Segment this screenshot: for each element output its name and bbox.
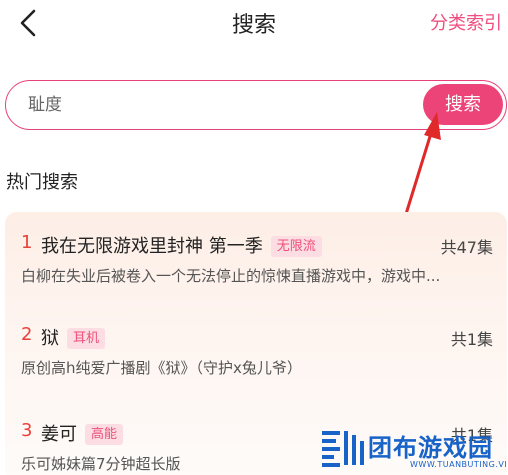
hot-search-title: 热门搜索 (6, 172, 78, 193)
watermark: 团布游戏园 WWW.TUANBUTING.VIP (318, 425, 508, 475)
item-title[interactable]: 我在无限游戏里封神 第一季 无限流 (41, 232, 322, 258)
status-badge: 高能 (85, 424, 124, 445)
category-index-link[interactable]: 分类索引 (430, 9, 502, 35)
item-rank: 3 (21, 420, 33, 441)
item-name-text: 姜可 (41, 424, 77, 445)
search-button[interactable]: 搜索 (423, 84, 503, 125)
item-name-text: 狱 (41, 328, 59, 349)
status-badge: 耳机 (67, 328, 106, 349)
status-badge: 无限流 (270, 236, 322, 257)
episode-count: 共1集 (450, 330, 493, 349)
item-title[interactable]: 姜可 高能 (41, 420, 124, 446)
watermark-logo-icon (322, 431, 364, 467)
item-description: 白柳在失业后被卷入一个无法停止的惊悚直播游戏中，游戏中... (21, 267, 441, 285)
item-rank: 2 (21, 324, 33, 345)
watermark-text: 团布游戏园 (368, 434, 493, 462)
watermark-url: WWW.TUANBUTING.VIP (410, 460, 508, 469)
header: 搜索 分类索引 (0, 0, 508, 48)
episode-count: 共47集 (440, 238, 493, 257)
item-rank: 1 (21, 232, 33, 253)
search-bar: 搜索 (5, 80, 507, 130)
item-name-text: 我在无限游戏里封神 第一季 (41, 236, 263, 257)
search-input[interactable] (28, 91, 408, 119)
item-description: 原创高h纯爱广播剧《狱》（守护x兔儿爷） (21, 359, 302, 377)
item-title[interactable]: 狱耳机 (41, 324, 106, 350)
search-page: 搜索 分类索引 搜索 热门搜索 1 我在无限游戏里封神 第一季无限流 共47集 … (0, 0, 508, 475)
